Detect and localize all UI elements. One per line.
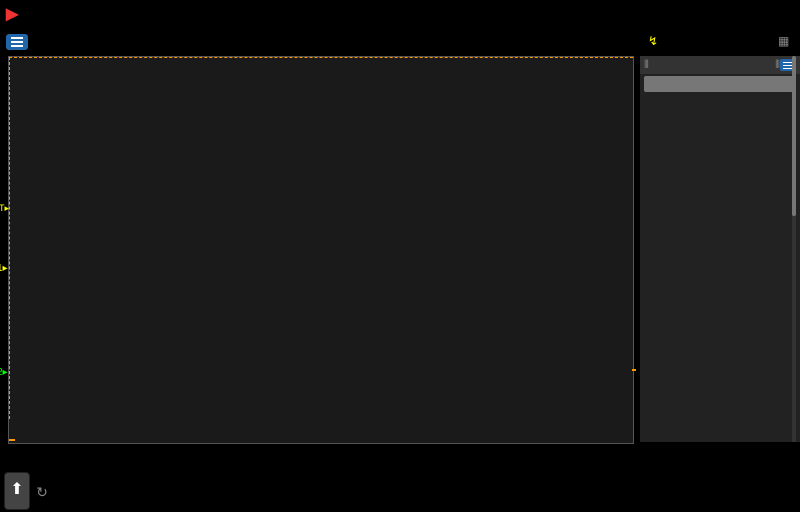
trigger-slope-icon[interactable]: ↯	[648, 34, 658, 48]
cursor-x2-tag	[9, 439, 15, 441]
refresh-icon[interactable]: ↻	[32, 474, 52, 510]
measurements-panel: ⦀ ⦀	[640, 56, 800, 442]
panel-scrollbar[interactable]	[792, 56, 796, 442]
cursor-x2-line[interactable]	[9, 57, 10, 419]
waveform-area[interactable]: T▸ 1▸ 2▸	[8, 56, 634, 444]
trigger-marker: T▸	[0, 203, 9, 214]
softkey-menu: ⬆ ↻	[0, 455, 800, 512]
brand-logo: ▶	[6, 4, 20, 22]
cursor-y2-tag	[632, 369, 636, 371]
topbar-menu-icon[interactable]: ▦	[778, 34, 789, 48]
ch2-ground-marker: 2▸	[0, 367, 8, 378]
ch1-ground-marker: 1▸	[0, 263, 8, 274]
panel-nav-left-icon[interactable]: ⦀	[644, 59, 649, 72]
back-button[interactable]: ⬆	[4, 472, 30, 510]
cursor-mode-badge[interactable]	[644, 76, 796, 92]
cursor-y2-line[interactable]	[9, 57, 633, 58]
top-status-bar: ↯ ▦	[0, 34, 800, 50]
